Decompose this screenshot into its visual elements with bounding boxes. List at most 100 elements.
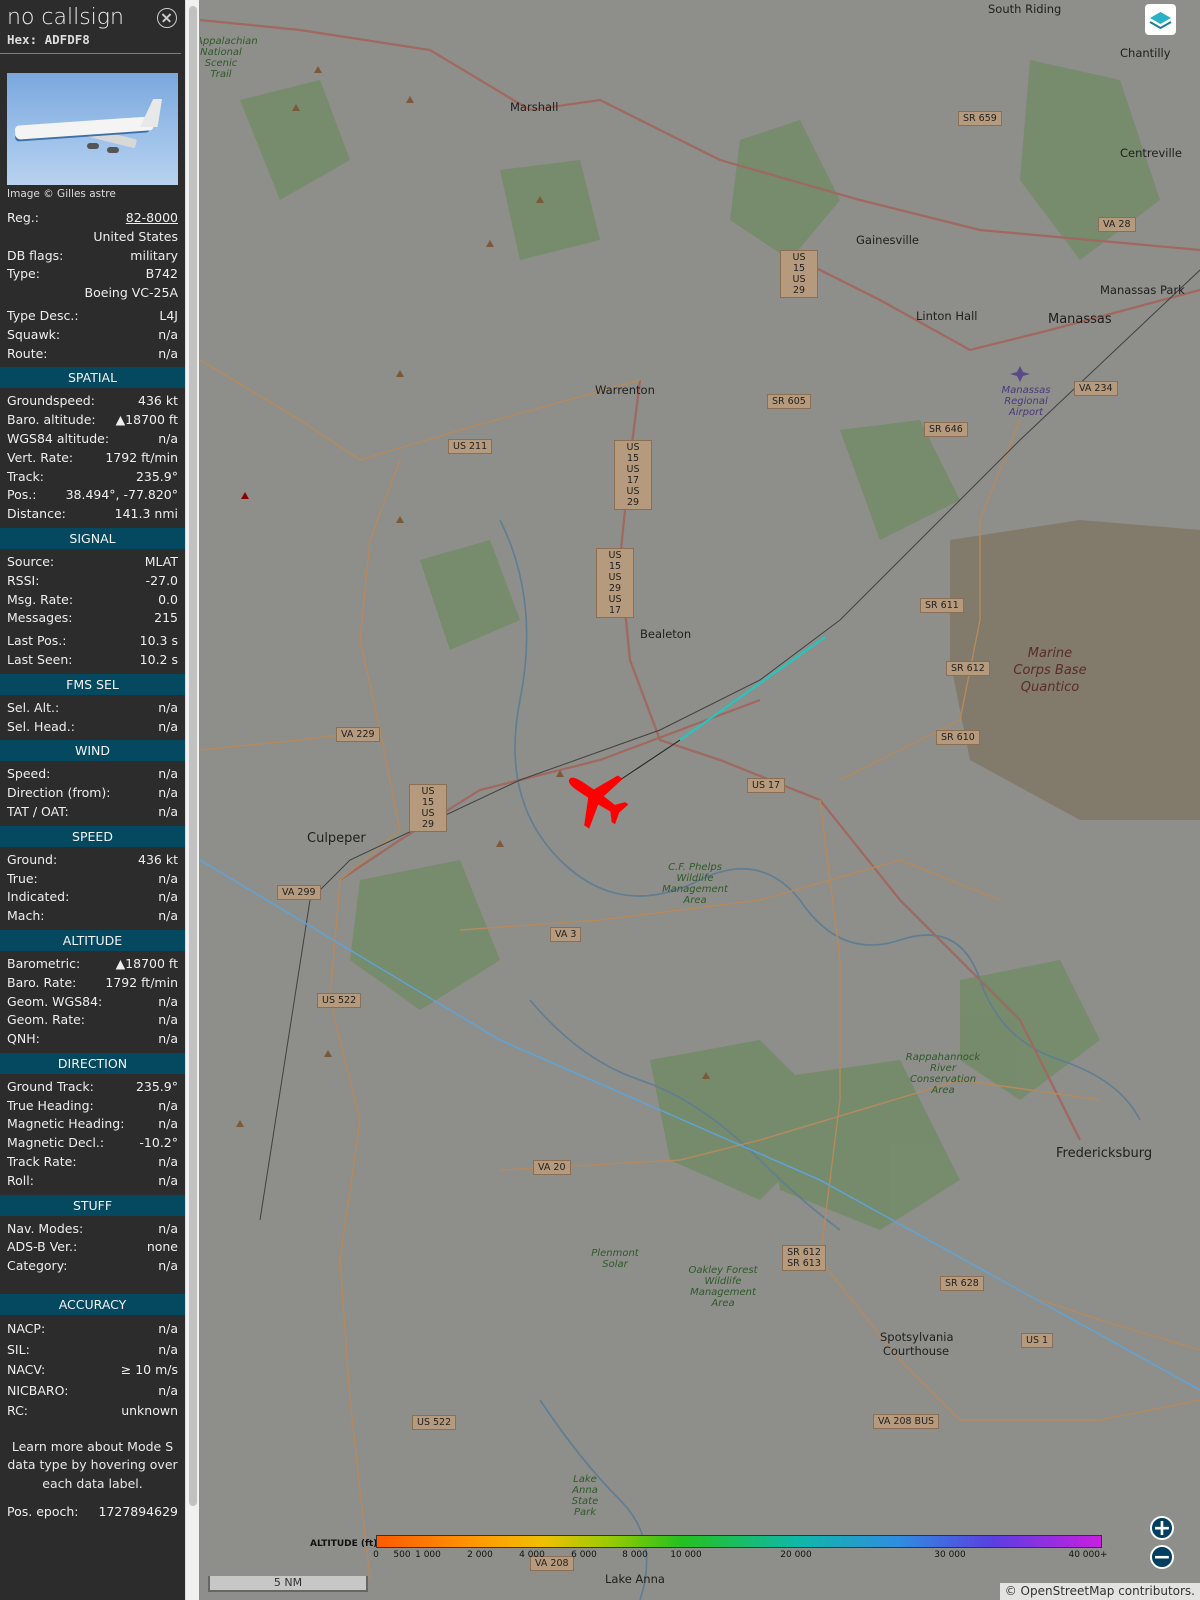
info-row: Boeing VC-25A bbox=[0, 284, 185, 303]
signal-row: Source: MLAT bbox=[0, 553, 185, 572]
row-label[interactable]: Category: bbox=[7, 1257, 67, 1276]
row-label[interactable]: Sel. Head.: bbox=[7, 718, 75, 737]
row-label[interactable]: Geom. WGS84: bbox=[7, 993, 102, 1012]
legend-tick: 2 000 bbox=[467, 1550, 493, 1560]
photo-engine bbox=[87, 143, 99, 149]
route-shield: US 15 US 29 bbox=[780, 250, 818, 298]
row-label[interactable]: Geom. Rate: bbox=[7, 1011, 85, 1030]
aircraft-photo[interactable] bbox=[7, 73, 178, 185]
row-label[interactable]: QNH: bbox=[7, 1030, 40, 1049]
row-label[interactable]: RSSI: bbox=[7, 572, 39, 591]
section-header-spatial: SPATIAL bbox=[0, 367, 185, 389]
row-label[interactable]: Route: bbox=[7, 345, 48, 364]
town-label: Gainesville bbox=[856, 233, 919, 247]
zoom-out-button[interactable]: − bbox=[1150, 1545, 1174, 1569]
speed-row: Ground: 436 kt bbox=[0, 851, 185, 870]
row-label[interactable]: TAT / OAT: bbox=[7, 803, 69, 822]
row-label[interactable]: SIL: bbox=[7, 1340, 30, 1361]
sidebar-scrollbar[interactable] bbox=[185, 0, 199, 1600]
row-value: B742 bbox=[145, 266, 178, 282]
row-label[interactable]: Reg.: bbox=[7, 209, 39, 228]
row-label[interactable]: Direction (from): bbox=[7, 784, 111, 803]
aircraft-marker[interactable] bbox=[553, 754, 639, 839]
row-label[interactable]: True: bbox=[7, 870, 38, 889]
row-label[interactable]: Magnetic Heading: bbox=[7, 1115, 124, 1134]
row-value: n/a bbox=[158, 345, 178, 361]
signal-row: Last Pos.: 10.3 s bbox=[0, 632, 185, 651]
direction-row: Magnetic Decl.: -10.2° bbox=[0, 1134, 185, 1153]
row-label[interactable]: NICBARO: bbox=[7, 1381, 68, 1402]
route-shield: SR 605 bbox=[767, 394, 811, 409]
row-label[interactable]: Ground: bbox=[7, 851, 57, 870]
trail-segment-dark bbox=[619, 739, 681, 781]
row-label[interactable]: Sel. Alt.: bbox=[7, 699, 59, 718]
row-label[interactable]: Type: bbox=[7, 265, 40, 284]
row-value: none bbox=[146, 1239, 178, 1255]
town-label: Centreville bbox=[1120, 146, 1182, 160]
map-view[interactable]: South Riding Chantilly Centreville Marsh… bbox=[200, 0, 1200, 1600]
layers-button[interactable] bbox=[1145, 4, 1176, 35]
close-icon[interactable] bbox=[157, 8, 177, 28]
route-shield: VA 299 bbox=[277, 885, 321, 900]
row-label[interactable]: WGS84 altitude: bbox=[7, 430, 109, 449]
direction-row: Track Rate: n/a bbox=[0, 1153, 185, 1172]
route-shield: SR 612 SR 613 bbox=[782, 1245, 826, 1271]
row-value: n/a bbox=[158, 718, 178, 734]
row-value: L4J bbox=[159, 307, 178, 323]
row-label[interactable]: Speed: bbox=[7, 765, 50, 784]
route-shield: US 15 US 17 US 29 bbox=[614, 440, 652, 510]
row-label[interactable]: DB flags: bbox=[7, 247, 63, 266]
town-label: Manassas Park bbox=[1100, 283, 1185, 297]
registration-link[interactable]: 82-8000 bbox=[126, 209, 178, 228]
row-label[interactable]: Mach: bbox=[7, 907, 44, 926]
photo-engine bbox=[107, 147, 119, 153]
row-label[interactable]: Source: bbox=[7, 553, 54, 572]
row-label[interactable]: Nav. Modes: bbox=[7, 1220, 83, 1239]
row-label[interactable]: Barometric: bbox=[7, 955, 80, 974]
row-value: n/a bbox=[158, 1172, 178, 1188]
row-label[interactable]: Baro. altitude: bbox=[7, 411, 96, 430]
row-label[interactable]: Squawk: bbox=[7, 326, 60, 345]
row-label[interactable]: Ground Track: bbox=[7, 1078, 94, 1097]
row-value: -10.2° bbox=[139, 1135, 178, 1151]
info-row: Type: B742 bbox=[0, 265, 185, 284]
scrollbar-thumb[interactable] bbox=[189, 6, 197, 1506]
section-header-speed: SPEED bbox=[0, 825, 185, 847]
row-label[interactable]: Last Pos.: bbox=[7, 632, 66, 651]
row-value: 1792 ft/min bbox=[105, 974, 178, 990]
row-label[interactable]: ADS-B Ver.: bbox=[7, 1238, 77, 1257]
row-value: n/a bbox=[158, 1097, 178, 1113]
row-label[interactable]: Last Seen: bbox=[7, 651, 72, 670]
legend-title: ALTITUDE (ft) bbox=[310, 1539, 378, 1549]
row-label[interactable]: Track Rate: bbox=[7, 1153, 77, 1172]
row-label[interactable]: NACV: bbox=[7, 1360, 45, 1381]
section-header-altitude: ALTITUDE bbox=[0, 929, 185, 951]
row-label[interactable]: Groundspeed: bbox=[7, 392, 95, 411]
row-label[interactable]: Distance: bbox=[7, 505, 66, 524]
row-label[interactable]: Pos.: bbox=[7, 486, 36, 505]
town-label: South Riding bbox=[988, 2, 1062, 16]
direction-row: Ground Track: 235.9° bbox=[0, 1078, 185, 1097]
photo-credit[interactable]: Image © Gilles astre bbox=[0, 185, 185, 200]
spatial-row: Pos.: 38.494°, -77.820° bbox=[0, 486, 185, 505]
zoom-in-button[interactable]: + bbox=[1150, 1516, 1174, 1540]
row-label[interactable]: Roll: bbox=[7, 1172, 34, 1191]
row-value: n/a bbox=[158, 908, 178, 924]
row-label[interactable]: Msg. Rate: bbox=[7, 591, 73, 610]
row-label[interactable]: Vert. Rate: bbox=[7, 449, 73, 468]
row-label[interactable]: Type Desc.: bbox=[7, 307, 79, 326]
row-label[interactable]: Baro. Rate: bbox=[7, 974, 76, 993]
pos-epoch-value: 1727894629 bbox=[98, 1504, 178, 1520]
row-label[interactable]: Track: bbox=[7, 468, 44, 487]
row-value: ▲18700 ft bbox=[115, 955, 178, 971]
map-attribution[interactable]: © OpenStreetMap contributors. bbox=[999, 1583, 1200, 1600]
row-label[interactable]: Messages: bbox=[7, 609, 73, 628]
spatial-row: Track: 235.9° bbox=[0, 468, 185, 487]
row-label[interactable]: NACP: bbox=[7, 1319, 45, 1340]
row-label[interactable]: RC: bbox=[7, 1401, 28, 1422]
row-label[interactable]: Indicated: bbox=[7, 888, 69, 907]
row-value: n/a bbox=[158, 1382, 178, 1398]
row-label[interactable]: Magnetic Decl.: bbox=[7, 1134, 104, 1153]
row-label[interactable]: True Heading: bbox=[7, 1097, 94, 1116]
town-label: Bealeton bbox=[640, 627, 692, 641]
